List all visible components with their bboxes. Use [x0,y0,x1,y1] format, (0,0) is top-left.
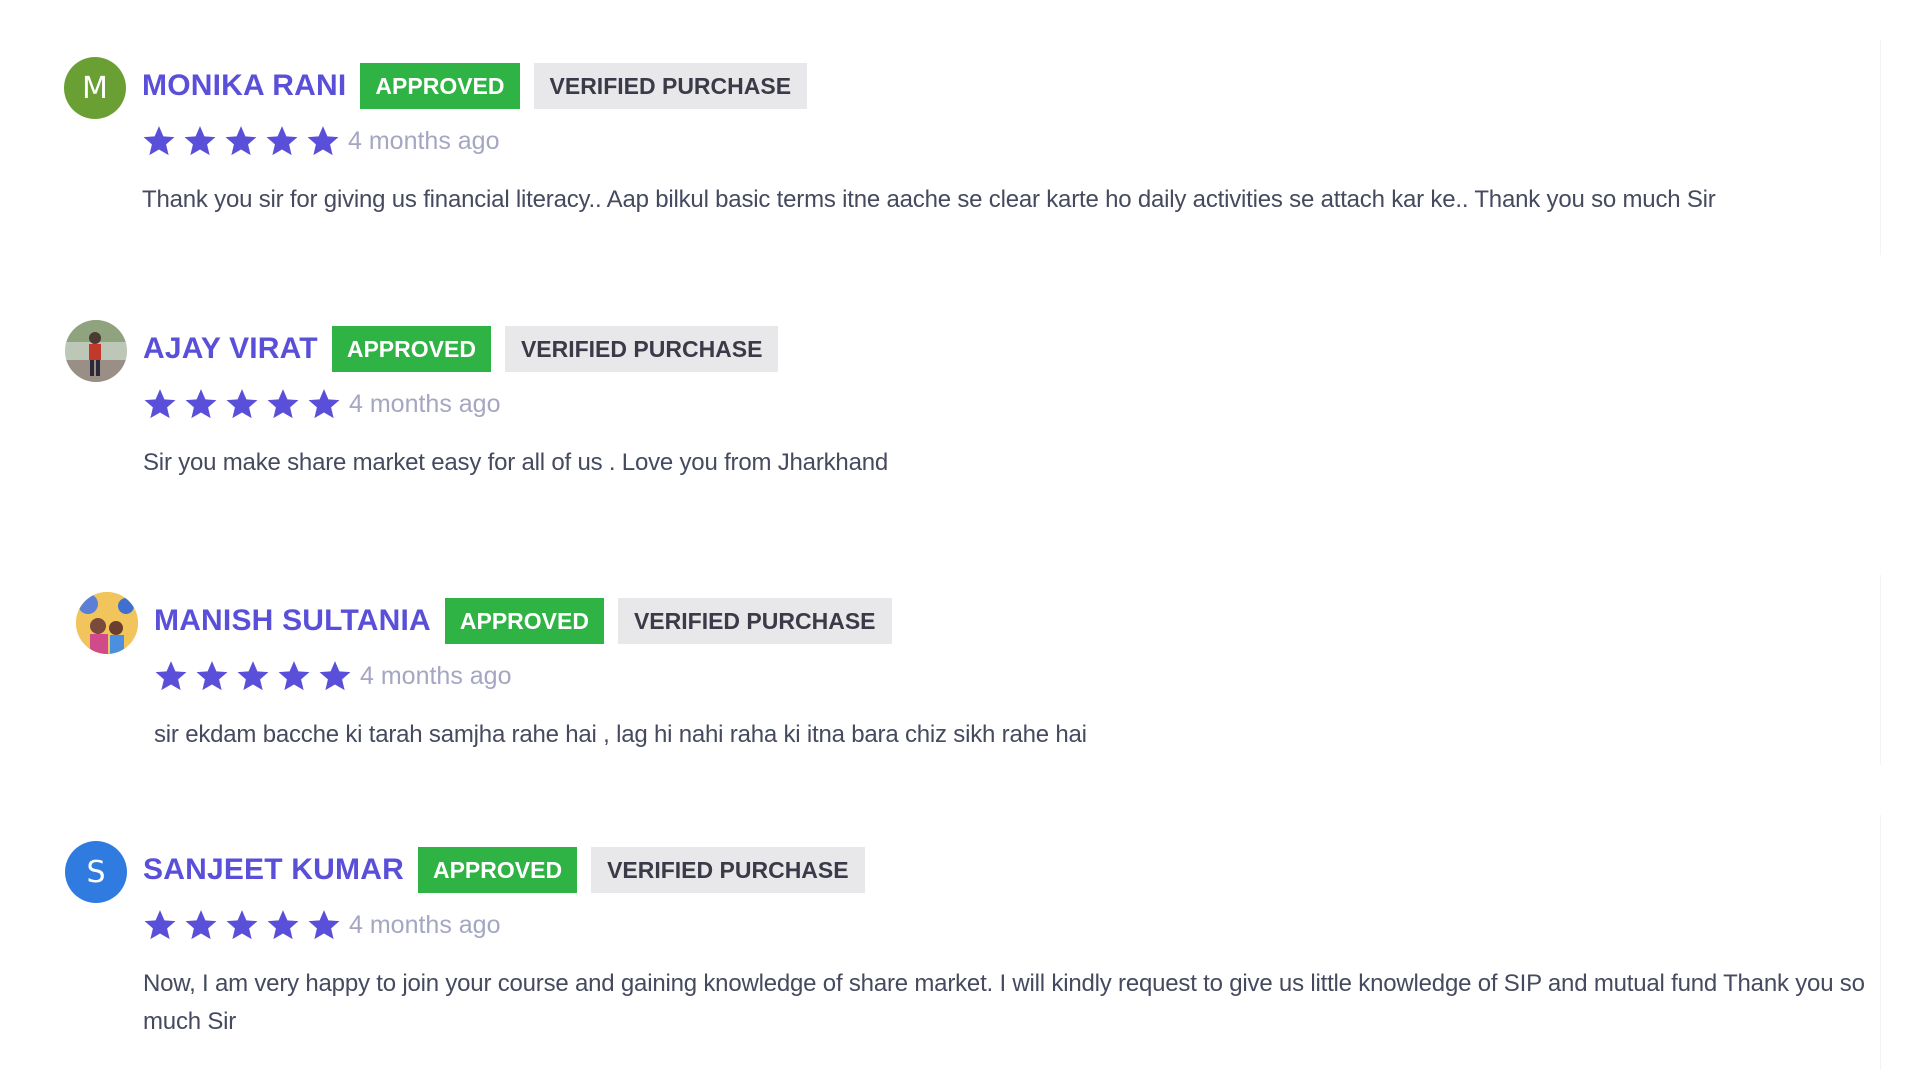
avatar: S [65,841,127,903]
user-photo-icon [76,592,138,654]
star-rating [142,124,340,158]
verified-purchase-badge: VERIFIED PURCHASE [591,847,865,893]
star-rating [154,659,352,693]
star-icon [184,126,216,156]
avatar: M [64,57,126,119]
reviewer-name: SANJEET KUMAR [143,853,404,886]
reviewer-name: AJAY VIRAT [143,332,318,365]
approved-badge: APPROVED [360,63,520,109]
reviewer-name: MONIKA RANI [142,69,347,102]
star-icon [196,661,228,691]
rating-row: 4 months ago [142,121,500,161]
star-icon [225,126,257,156]
rating-row: 4 months ago [143,384,501,424]
review-text: sir ekdam bacche ki tarah samjha rahe ha… [154,721,1087,748]
star-rating [143,908,341,942]
review-date: 4 months ago [349,910,501,939]
approved-badge: APPROVED [331,326,491,372]
avatar [76,592,138,654]
user-photo-icon [65,320,127,382]
star-icon [144,389,176,419]
review-text: Sir you make share market easy for all o… [143,449,889,476]
star-icon [237,661,269,691]
review-header: SANJEET KUMAR APPROVED VERIFIED PURCHASE [143,847,865,893]
star-icon [308,910,340,940]
star-icon [144,910,176,940]
review-date: 4 months ago [360,661,512,690]
reviews-list: M MONIKA RANI APPROVED VERIFIED PURCHASE… [0,0,1920,1080]
divider [1880,40,1881,255]
star-icon [185,910,217,940]
star-icon [155,661,187,691]
reviewer-name: MANISH SULTANIA [154,604,431,637]
verified-purchase-badge: VERIFIED PURCHASE [533,63,808,109]
verified-purchase-badge: VERIFIED PURCHASE [617,598,892,644]
star-icon [307,126,339,156]
star-icon [266,126,298,156]
rating-row: 4 months ago [154,656,512,696]
review-date: 4 months ago [349,389,501,418]
star-icon [308,389,340,419]
verified-purchase-badge: VERIFIED PURCHASE [504,326,779,372]
star-icon [226,389,258,419]
approved-badge: APPROVED [444,598,604,644]
star-icon [226,910,258,940]
avatar-initial: S [86,854,106,890]
star-icon [267,910,299,940]
star-icon [278,661,310,691]
star-rating [143,387,341,421]
review-date: 4 months ago [348,126,500,155]
star-icon [267,389,299,419]
review-header: AJAY VIRAT APPROVED VERIFIED PURCHASE [143,326,779,372]
rating-row: 4 months ago [143,905,501,945]
review-header: MANISH SULTANIA APPROVED VERIFIED PURCHA… [154,598,892,644]
star-icon [319,661,351,691]
review-text: Now, I am very happy to join your course… [143,970,1865,1035]
review-text: Thank you sir for giving us financial li… [142,186,1716,213]
star-icon [185,389,217,419]
avatar [65,320,127,382]
approved-badge: APPROVED [417,847,578,893]
avatar-initial: M [82,70,108,106]
star-icon [143,126,175,156]
review-header: MONIKA RANI APPROVED VERIFIED PURCHASE [142,63,808,109]
